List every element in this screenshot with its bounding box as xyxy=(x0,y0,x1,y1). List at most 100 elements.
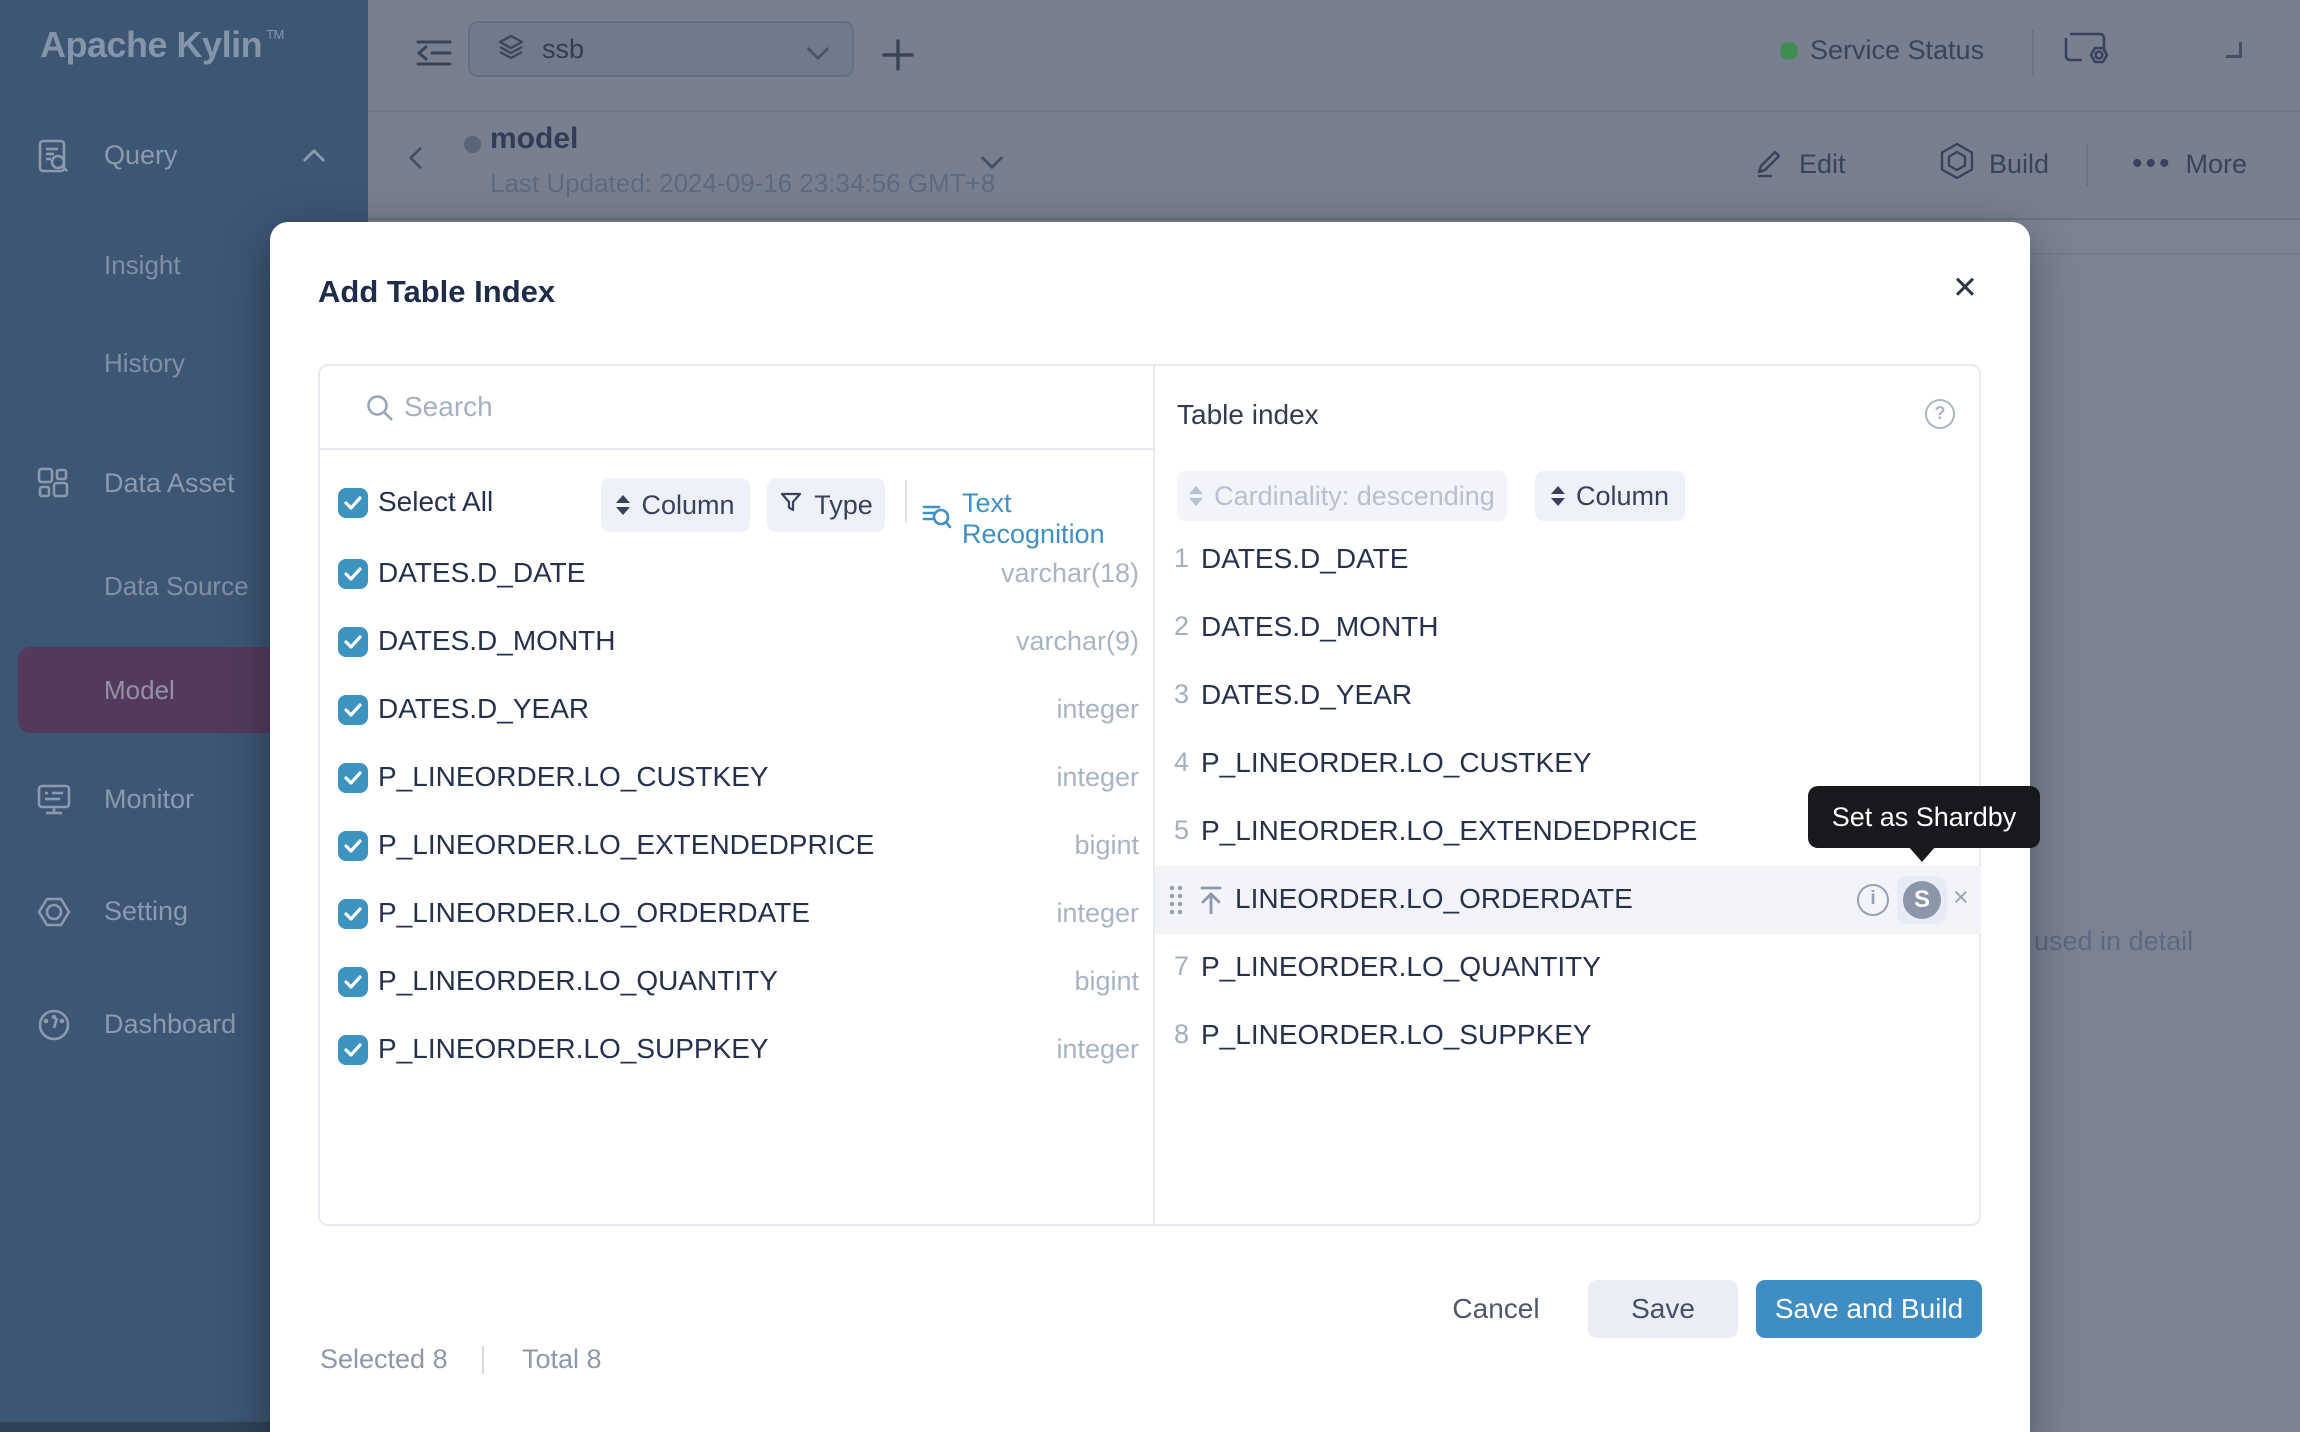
close-icon[interactable]: ✕ xyxy=(1952,272,1978,303)
funnel-icon xyxy=(779,490,803,521)
checkbox-checked[interactable] xyxy=(338,831,368,861)
shardby-badge: S xyxy=(1903,881,1941,919)
chevron-down-icon[interactable] xyxy=(2226,42,2242,58)
info-icon[interactable]: i xyxy=(1857,884,1889,916)
back-chevron-icon[interactable] xyxy=(408,146,432,170)
index-row[interactable]: 1 DATES.D_DATE xyxy=(1155,526,1981,594)
columns-list: DATES.D_DATE varchar(18) DATES.D_MONTH v… xyxy=(320,540,1153,1084)
index-row[interactable]: 3 DATES.D_YEAR xyxy=(1155,662,1981,730)
divider xyxy=(905,480,907,522)
index-row-hovered[interactable]: LINEORDER.LO_ORDERDATE i S × xyxy=(1155,866,1981,934)
app-root: Apache Kylin TM Query Insight History Da… xyxy=(0,0,2300,1432)
checkbox-checked[interactable] xyxy=(338,695,368,725)
row-number: 3 xyxy=(1173,679,1189,709)
column-row[interactable]: P_LINEORDER.LO_CUSTKEY integer xyxy=(320,744,1153,812)
cancel-button[interactable]: Cancel xyxy=(1416,1280,1576,1338)
service-status-label[interactable]: Service Status xyxy=(1810,35,1984,66)
column-type: integer xyxy=(1056,762,1139,792)
service-status-dot xyxy=(1780,42,1798,60)
divider xyxy=(482,1346,484,1374)
row-number: 2 xyxy=(1173,611,1189,641)
build-button[interactable]: Build xyxy=(1938,142,2049,186)
column-type: bigint xyxy=(1074,966,1139,996)
column-row[interactable]: DATES.D_MONTH varchar(9) xyxy=(320,608,1153,676)
sort-column-label: Column xyxy=(1575,480,1670,511)
filter-type-label: Type xyxy=(814,489,873,520)
background-partial-text: used in detail xyxy=(2034,926,2194,956)
edit-button[interactable]: Edit xyxy=(1752,142,1846,186)
sort-column-button[interactable]: Column xyxy=(1535,471,1685,521)
sort-cardinality-button-disabled[interactable]: Cardinality: descending xyxy=(1177,471,1507,521)
checkbox-checked[interactable] xyxy=(338,1035,368,1065)
column-row[interactable]: P_LINEORDER.LO_ORDERDATE integer xyxy=(320,880,1153,948)
drag-handle-icon[interactable] xyxy=(1167,884,1185,923)
column-name: P_LINEORDER.LO_QUANTITY xyxy=(378,965,778,996)
column-row[interactable]: P_LINEORDER.LO_SUPPKEY integer xyxy=(320,1016,1153,1084)
sidebar-item-label: Data Asset xyxy=(104,468,235,498)
row-number: 4 xyxy=(1173,747,1189,777)
column-type: integer xyxy=(1056,694,1139,724)
sort-arrows-icon xyxy=(616,495,631,515)
columns-toolbar: Select All Column Type Text Recognition xyxy=(320,450,1153,549)
save-button[interactable]: Save xyxy=(1588,1280,1738,1338)
columns-pane: Search Select All Column Type Text Recog… xyxy=(320,366,1153,1224)
column-name: P_LINEORDER.LO_EXTENDEDPRICE xyxy=(378,829,875,860)
select-all-checkbox[interactable] xyxy=(338,488,368,518)
checkbox-checked[interactable] xyxy=(338,559,368,589)
remove-row-icon[interactable]: × xyxy=(1953,882,1969,913)
select-all-label: Select All xyxy=(378,486,494,517)
column-row[interactable]: DATES.D_DATE varchar(18) xyxy=(320,540,1153,608)
index-row[interactable]: 7 P_LINEORDER.LO_QUANTITY xyxy=(1155,934,1981,1002)
edit-label: Edit xyxy=(1799,148,1846,179)
ellipsis-icon: ••• xyxy=(2132,147,2173,180)
sort-by-column-button[interactable]: Column xyxy=(601,478,750,532)
chevron-down-icon[interactable] xyxy=(980,146,1004,170)
row-name: P_LINEORDER.LO_CUSTKEY xyxy=(1201,747,1592,778)
index-row[interactable]: 2 DATES.D_MONTH xyxy=(1155,594,1981,662)
column-name: P_LINEORDER.LO_CUSTKEY xyxy=(378,761,769,792)
column-name: DATES.D_MONTH xyxy=(378,625,616,656)
help-icon[interactable]: ? xyxy=(1925,399,1955,429)
shardby-button[interactable]: S xyxy=(1897,876,1947,924)
build-label: Build xyxy=(1989,148,2050,179)
chevron-up-icon xyxy=(302,148,326,172)
add-project-button[interactable] xyxy=(880,37,916,78)
collapse-sidebar-icon[interactable] xyxy=(414,36,454,75)
chevron-down-icon xyxy=(806,37,830,61)
column-row[interactable]: P_LINEORDER.LO_EXTENDEDPRICE bigint xyxy=(320,812,1153,880)
sidebar-item-history[interactable]: History xyxy=(104,348,185,379)
checkbox-checked[interactable] xyxy=(338,763,368,793)
save-and-build-button[interactable]: Save and Build xyxy=(1756,1280,1982,1338)
monitor-icon xyxy=(36,782,72,823)
search-input[interactable]: Search xyxy=(404,366,493,448)
sort-arrows-icon xyxy=(1189,486,1204,506)
row-name: P_LINEORDER.LO_SUPPKEY xyxy=(1201,1019,1592,1050)
sidebar-item-label: Query xyxy=(104,140,178,170)
checkbox-checked[interactable] xyxy=(338,899,368,929)
project-selector[interactable]: ssb xyxy=(468,21,854,77)
sort-arrows-icon xyxy=(1550,486,1565,506)
column-name: P_LINEORDER.LO_SUPPKEY xyxy=(378,1033,769,1064)
sidebar-item-data-source[interactable]: Data Source xyxy=(104,571,249,602)
pin-to-top-icon[interactable] xyxy=(1197,884,1225,921)
build-cube-icon xyxy=(1938,141,1976,188)
column-row[interactable]: DATES.D_YEAR integer xyxy=(320,676,1153,744)
system-settings-icon[interactable] xyxy=(2062,30,2112,81)
search-bar[interactable]: Search xyxy=(320,366,1153,450)
more-button[interactable]: ••• More xyxy=(2132,142,2247,186)
column-name: DATES.D_YEAR xyxy=(378,693,590,724)
search-icon xyxy=(364,392,396,429)
column-row[interactable]: P_LINEORDER.LO_QUANTITY bigint xyxy=(320,948,1153,1016)
sidebar-item-insight[interactable]: Insight xyxy=(104,250,181,281)
checkbox-checked[interactable] xyxy=(338,967,368,997)
divider xyxy=(2086,144,2088,186)
index-row[interactable]: 8 P_LINEORDER.LO_SUPPKEY xyxy=(1155,1002,1981,1070)
row-number: 5 xyxy=(1173,815,1189,845)
sidebar-item-query[interactable]: Query xyxy=(0,130,368,182)
row-name: P_LINEORDER.LO_EXTENDEDPRICE xyxy=(1201,815,1698,846)
column-type: varchar(9) xyxy=(1015,626,1139,656)
checkbox-checked[interactable] xyxy=(338,627,368,657)
total-count: Total 8 xyxy=(522,1344,602,1374)
row-name: P_LINEORDER.LO_QUANTITY xyxy=(1201,951,1601,982)
filter-type-button[interactable]: Type xyxy=(767,478,885,532)
